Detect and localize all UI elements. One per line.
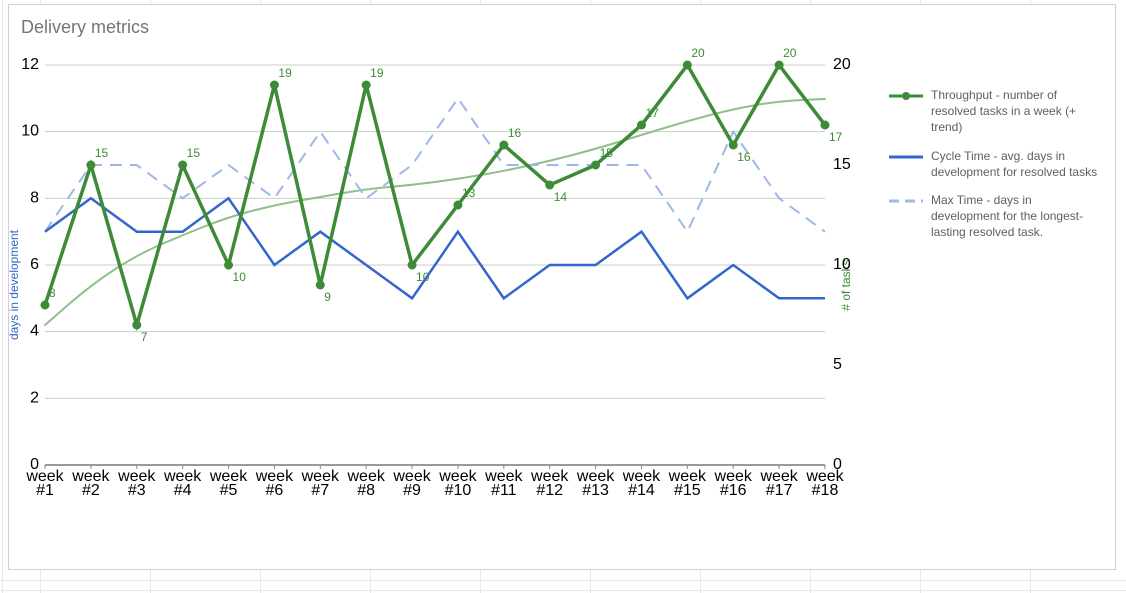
right-tick-label: 15: [833, 156, 851, 173]
category-label: #12: [536, 482, 563, 499]
throughput-data-label: 16: [737, 150, 751, 164]
throughput-data-label: 19: [278, 66, 292, 80]
throughput-point: [729, 141, 738, 150]
throughput-point: [408, 261, 417, 270]
throughput-point: [821, 121, 830, 130]
left-tick-label: 12: [21, 56, 39, 73]
throughput-point: [499, 141, 508, 150]
throughput-point: [637, 121, 646, 130]
left-tick-label: 8: [30, 189, 39, 206]
throughput-data-label: 8: [49, 286, 56, 300]
legend-swatch-throughput: [889, 88, 923, 104]
throughput-data-label: 15: [600, 146, 614, 160]
legend-swatch-max: [889, 193, 923, 209]
category-label: #3: [128, 482, 146, 499]
legend-item-throughput[interactable]: Throughput - number of resolved tasks in…: [889, 87, 1099, 136]
throughput-data-label: 20: [691, 46, 705, 60]
category-label: #16: [720, 482, 747, 499]
category-label: #4: [174, 482, 192, 499]
right-tick-label: 5: [833, 356, 842, 373]
chart-title: Delivery metrics: [21, 17, 149, 38]
throughput-point: [224, 261, 233, 270]
throughput-data-label: 14: [554, 190, 568, 204]
left-axis-label: days in development: [7, 65, 21, 505]
legend: Throughput - number of resolved tasks in…: [889, 87, 1099, 253]
throughput-data-label: 13: [462, 186, 476, 200]
throughput-data-label: 10: [416, 270, 430, 284]
throughput-point: [545, 181, 554, 190]
category-label: #11: [491, 482, 517, 499]
legend-item-max[interactable]: Max Time - days in development for the l…: [889, 192, 1099, 241]
right-tick-label: 10: [833, 256, 851, 273]
plot-area: 02468101205101520week#1week#2week#3week#…: [45, 65, 825, 505]
right-tick-label: 20: [833, 56, 851, 73]
throughput-data-label: 9: [324, 290, 331, 304]
throughput-data-label: 19: [370, 66, 384, 80]
legend-label-max: Max Time - days in development for the l…: [931, 192, 1099, 241]
throughput-data-label: 7: [141, 330, 148, 344]
trend-line: [45, 99, 825, 325]
category-label: #15: [674, 482, 701, 499]
chart-card[interactable]: Delivery metrics days in development # o…: [8, 4, 1116, 570]
throughput-data-label: 16: [508, 126, 522, 140]
throughput-point: [86, 161, 95, 170]
category-label: #1: [36, 482, 54, 499]
throughput-point: [453, 201, 462, 210]
legend-label-cycle: Cycle Time - avg. days in development fo…: [931, 148, 1099, 180]
category-label: #2: [82, 482, 100, 499]
throughput-line: [45, 65, 825, 325]
left-tick-label: 6: [30, 256, 39, 273]
category-label: #17: [766, 482, 793, 499]
throughput-point: [775, 61, 784, 70]
throughput-data-label: 17: [645, 106, 659, 120]
throughput-point: [41, 301, 50, 310]
throughput-data-label: 17: [829, 130, 843, 144]
left-tick-label: 2: [30, 389, 39, 406]
throughput-point: [270, 81, 279, 90]
category-label: #6: [266, 482, 284, 499]
legend-label-throughput: Throughput - number of resolved tasks in…: [931, 87, 1099, 136]
category-label: #7: [311, 482, 329, 499]
category-label: #8: [357, 482, 375, 499]
legend-swatch-cycle: [889, 149, 923, 165]
throughput-point: [316, 281, 325, 290]
throughput-data-label: 15: [187, 146, 201, 160]
category-label: #13: [582, 482, 609, 499]
category-label: #10: [445, 482, 472, 499]
category-label: #5: [220, 482, 238, 499]
throughput-point: [362, 81, 371, 90]
max-time-line: [45, 98, 825, 231]
chart-svg: 02468101205101520week#1week#2week#3week#…: [45, 65, 825, 545]
throughput-point: [591, 161, 600, 170]
throughput-data-label: 20: [783, 46, 797, 60]
throughput-point: [178, 161, 187, 170]
category-label: #18: [812, 482, 839, 499]
throughput-point: [132, 321, 141, 330]
throughput-point: [683, 61, 692, 70]
left-tick-label: 10: [21, 123, 39, 140]
throughput-data-label: 10: [233, 270, 247, 284]
throughput-data-label: 15: [95, 146, 109, 160]
cycle-time-line: [45, 198, 825, 298]
left-tick-label: 4: [30, 323, 39, 340]
category-label: #9: [403, 482, 421, 499]
category-label: #14: [628, 482, 655, 499]
legend-item-cycle[interactable]: Cycle Time - avg. days in development fo…: [889, 148, 1099, 180]
